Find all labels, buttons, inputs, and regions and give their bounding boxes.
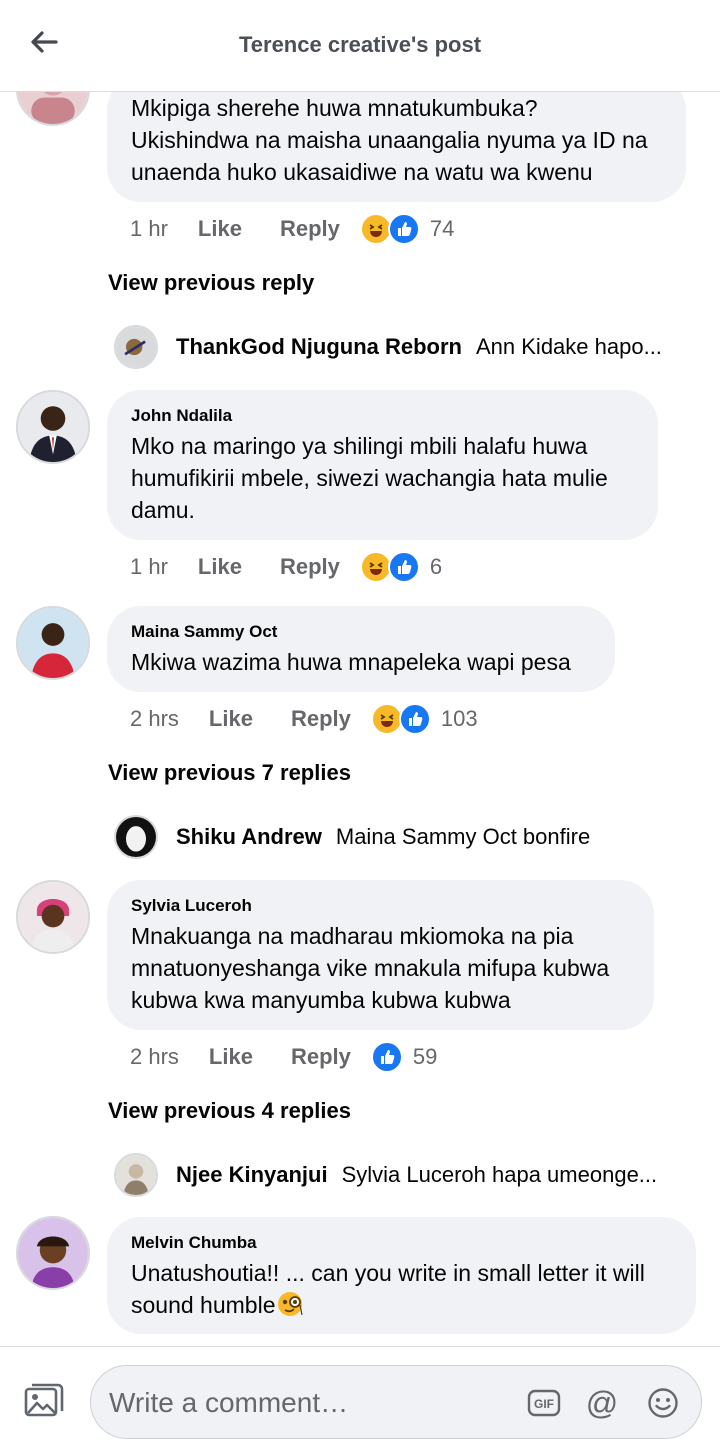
reply-preview[interactable]: Njee Kinyanjui Sylvia Luceroh hapa umeon… <box>114 1152 657 1198</box>
comment-text: Mnakuanga na madharau mkiomoka na pia mn… <box>131 923 610 1013</box>
comment-actions: 1 hr Like Reply 74 <box>130 212 454 246</box>
comment-input[interactable] <box>109 1384 509 1422</box>
comment-author[interactable]: John Ndalila <box>131 406 634 426</box>
gif-icon: GIF <box>527 1389 561 1417</box>
monocle-emoji-icon <box>277 1292 303 1316</box>
reaction-count: 59 <box>412 1044 438 1069</box>
comment-text: Mkipiga sherehe huwa mnatukumbuka? Ukish… <box>131 95 648 185</box>
comment-text: Mkiwa wazima huwa mnapeleka wapi pesa <box>131 649 571 675</box>
reply-button[interactable]: Reply <box>280 216 340 242</box>
reaction-summary[interactable]: 74 <box>359 213 455 245</box>
comment-actions: 2 hrs Like Reply 59 <box>130 1040 437 1074</box>
like-thumb-icon <box>387 551 420 583</box>
comment-bubble: John Ndalila Mko na maringo ya shilingi … <box>107 390 658 540</box>
avatar <box>114 325 158 369</box>
like-button[interactable]: Like <box>198 554 242 580</box>
gif-button[interactable]: GIF <box>527 1386 561 1420</box>
emoji-button[interactable] <box>646 1386 680 1420</box>
photo-button[interactable] <box>24 1383 64 1419</box>
avatar[interactable] <box>16 880 90 954</box>
avatar[interactable] <box>16 390 90 464</box>
comment-composer: GIF @ <box>0 1346 720 1453</box>
reaction-summary[interactable]: 103 <box>370 703 478 735</box>
reply-button[interactable]: Reply <box>291 706 351 732</box>
reaction-count: 74 <box>429 216 455 241</box>
view-previous-replies[interactable]: View previous 7 replies <box>108 760 351 786</box>
avatar <box>114 1153 158 1197</box>
comment-author[interactable]: Melvin Chumba <box>131 1233 672 1253</box>
reply-author[interactable]: Shiku Andrew <box>176 824 322 850</box>
comment-time: 2 hrs <box>130 1044 179 1069</box>
like-button[interactable]: Like <box>209 1044 253 1070</box>
avatar <box>114 815 158 859</box>
comment-text: Mko na maringo ya shilingi mbili halafu … <box>131 433 608 523</box>
reply-text: Sylvia Luceroh hapa umeonge... <box>341 1162 658 1187</box>
reply-text: Ann Kidake hapo... <box>476 334 662 359</box>
comment-time: 1 hr <box>130 554 168 579</box>
reaction-count: 6 <box>429 554 443 579</box>
reply-author[interactable]: Njee Kinyanjui <box>176 1162 328 1188</box>
reply-preview[interactable]: Shiku Andrew Maina Sammy Oct bonfire <box>114 814 590 860</box>
gif-label: GIF <box>534 1397 554 1411</box>
comment-actions: 1 hr Like Reply 6 <box>130 550 442 584</box>
like-button[interactable]: Like <box>209 706 253 732</box>
avatar[interactable] <box>16 1216 90 1290</box>
reaction-summary[interactable]: 59 <box>370 1041 438 1073</box>
comment-text-wrap: Unatushoutia!! ... can you write in smal… <box>131 1257 672 1321</box>
comment-text: Unatushoutia!! ... can you write in smal… <box>131 1260 645 1318</box>
reply-text: Maina Sammy Oct bonfire <box>335 824 591 849</box>
reaction-count: 103 <box>440 706 478 731</box>
reply-button[interactable]: Reply <box>291 1044 351 1070</box>
reaction-summary[interactable]: 6 <box>359 551 443 583</box>
post-header: Terence creative's post <box>0 0 720 92</box>
comment-bubble: Mkipiga sherehe huwa mnatukumbuka? Ukish… <box>107 76 686 202</box>
like-thumb-icon <box>387 213 420 245</box>
mention-button[interactable]: @ <box>585 1386 619 1420</box>
comment-bubble: Melvin Chumba Unatushoutia!! ... can you… <box>107 1217 696 1334</box>
comment-time: 2 hrs <box>130 706 179 731</box>
comment-time: 1 hr <box>130 216 168 241</box>
view-previous-replies[interactable]: View previous 4 replies <box>108 1098 351 1124</box>
reply-preview[interactable]: ThankGod Njuguna Reborn Ann Kidake hapo.… <box>114 324 662 370</box>
comment-author[interactable]: Sylvia Luceroh <box>131 896 630 916</box>
reply-author[interactable]: ThankGod Njuguna Reborn <box>176 334 462 360</box>
smiley-icon <box>648 1388 678 1418</box>
view-previous-replies[interactable]: View previous reply <box>108 270 314 296</box>
comment-field-container: GIF @ <box>90 1365 702 1439</box>
like-button[interactable]: Like <box>198 216 242 242</box>
comment-bubble: Maina Sammy Oct Mkiwa wazima huwa mnapel… <box>107 606 615 692</box>
comment-actions: 2 hrs Like Reply 103 <box>130 702 478 736</box>
like-thumb-icon <box>398 703 431 735</box>
comment-bubble: Sylvia Luceroh Mnakuanga na madharau mki… <box>107 880 654 1030</box>
reply-button[interactable]: Reply <box>280 554 340 580</box>
comment-author[interactable]: Maina Sammy Oct <box>131 622 591 642</box>
page-title: Terence creative's post <box>238 32 482 57</box>
avatar[interactable] <box>16 606 90 680</box>
at-icon: @ <box>585 1385 619 1421</box>
like-thumb-icon <box>370 1041 403 1073</box>
photo-icon <box>24 1383 64 1417</box>
